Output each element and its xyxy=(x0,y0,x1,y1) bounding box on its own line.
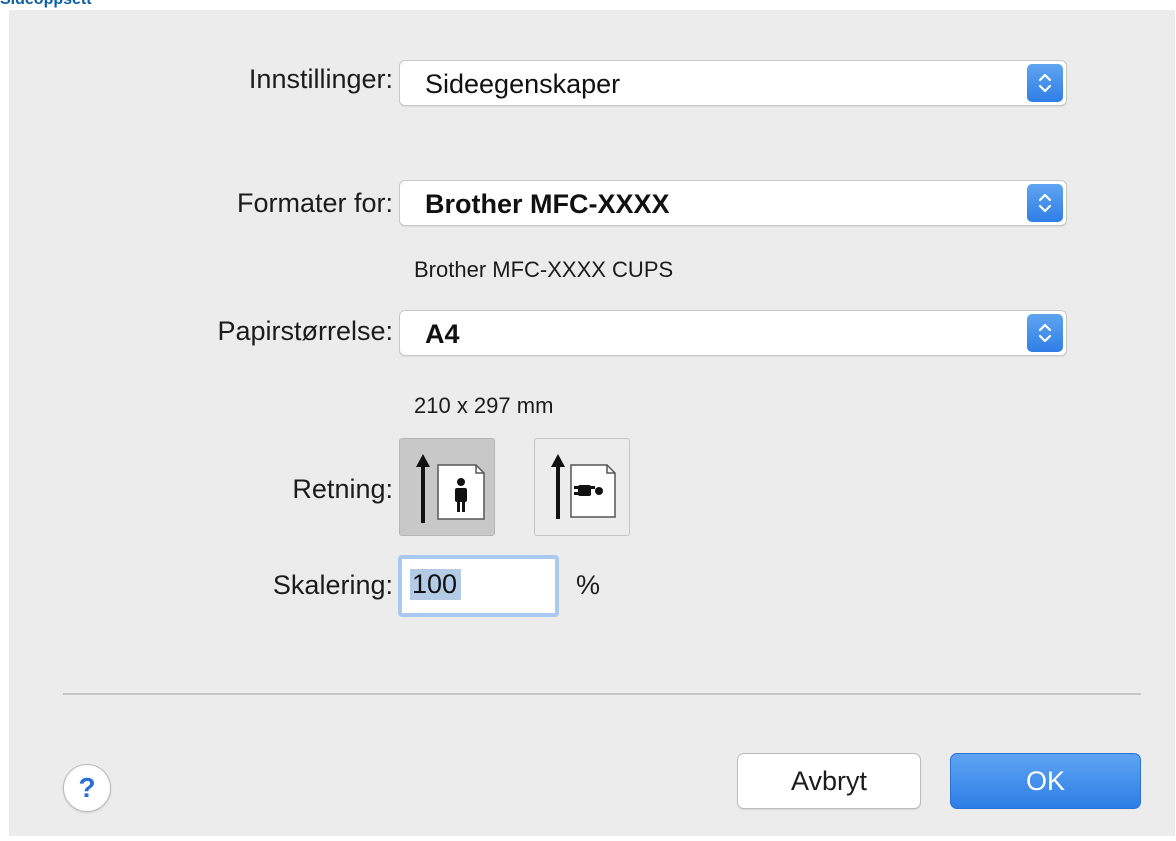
landscape-orientation-icon xyxy=(551,454,616,519)
help-button[interactable]: ? xyxy=(63,764,111,812)
format-for-popup-value: Brother MFC-XXXX xyxy=(425,189,670,219)
orientation-label: Retning: xyxy=(292,474,393,504)
portrait-orientation-icon xyxy=(416,454,485,523)
popup-stepper-icon xyxy=(1027,184,1063,222)
portrait-orientation-button[interactable] xyxy=(399,438,495,536)
paper-size-description: 210 x 297 mm xyxy=(414,393,554,418)
format-for-description: Brother MFC-XXXX CUPS xyxy=(414,257,674,282)
page-setup-dialog: Innstillinger: Sideegenskaper Formater f… xyxy=(9,10,1175,836)
popup-stepper-icon xyxy=(1027,64,1063,102)
popup-stepper-icon xyxy=(1027,314,1063,352)
page-heading: Sideoppsett xyxy=(0,0,92,9)
settings-popup[interactable]: Sideegenskaper xyxy=(399,60,1067,106)
scaling-input[interactable]: 100 xyxy=(398,555,559,617)
paper-size-label: Papirstørrelse: xyxy=(217,316,393,346)
paper-size-popup[interactable]: A4 xyxy=(399,310,1067,356)
format-for-label: Formater for: xyxy=(236,188,393,218)
scaling-unit: % xyxy=(576,570,601,600)
help-icon: ? xyxy=(78,772,96,803)
cancel-button[interactable]: Avbryt xyxy=(737,753,921,809)
scaling-label: Skalering: xyxy=(272,570,393,600)
scaling-value: 100 xyxy=(410,569,462,600)
settings-label: Innstillinger: xyxy=(248,64,393,94)
separator xyxy=(63,693,1141,695)
ok-button[interactable]: OK xyxy=(950,753,1141,809)
format-for-popup[interactable]: Brother MFC-XXXX xyxy=(399,180,1067,226)
settings-popup-value: Sideegenskaper xyxy=(425,69,621,99)
paper-size-popup-value: A4 xyxy=(425,319,460,349)
landscape-orientation-button[interactable] xyxy=(534,438,630,536)
